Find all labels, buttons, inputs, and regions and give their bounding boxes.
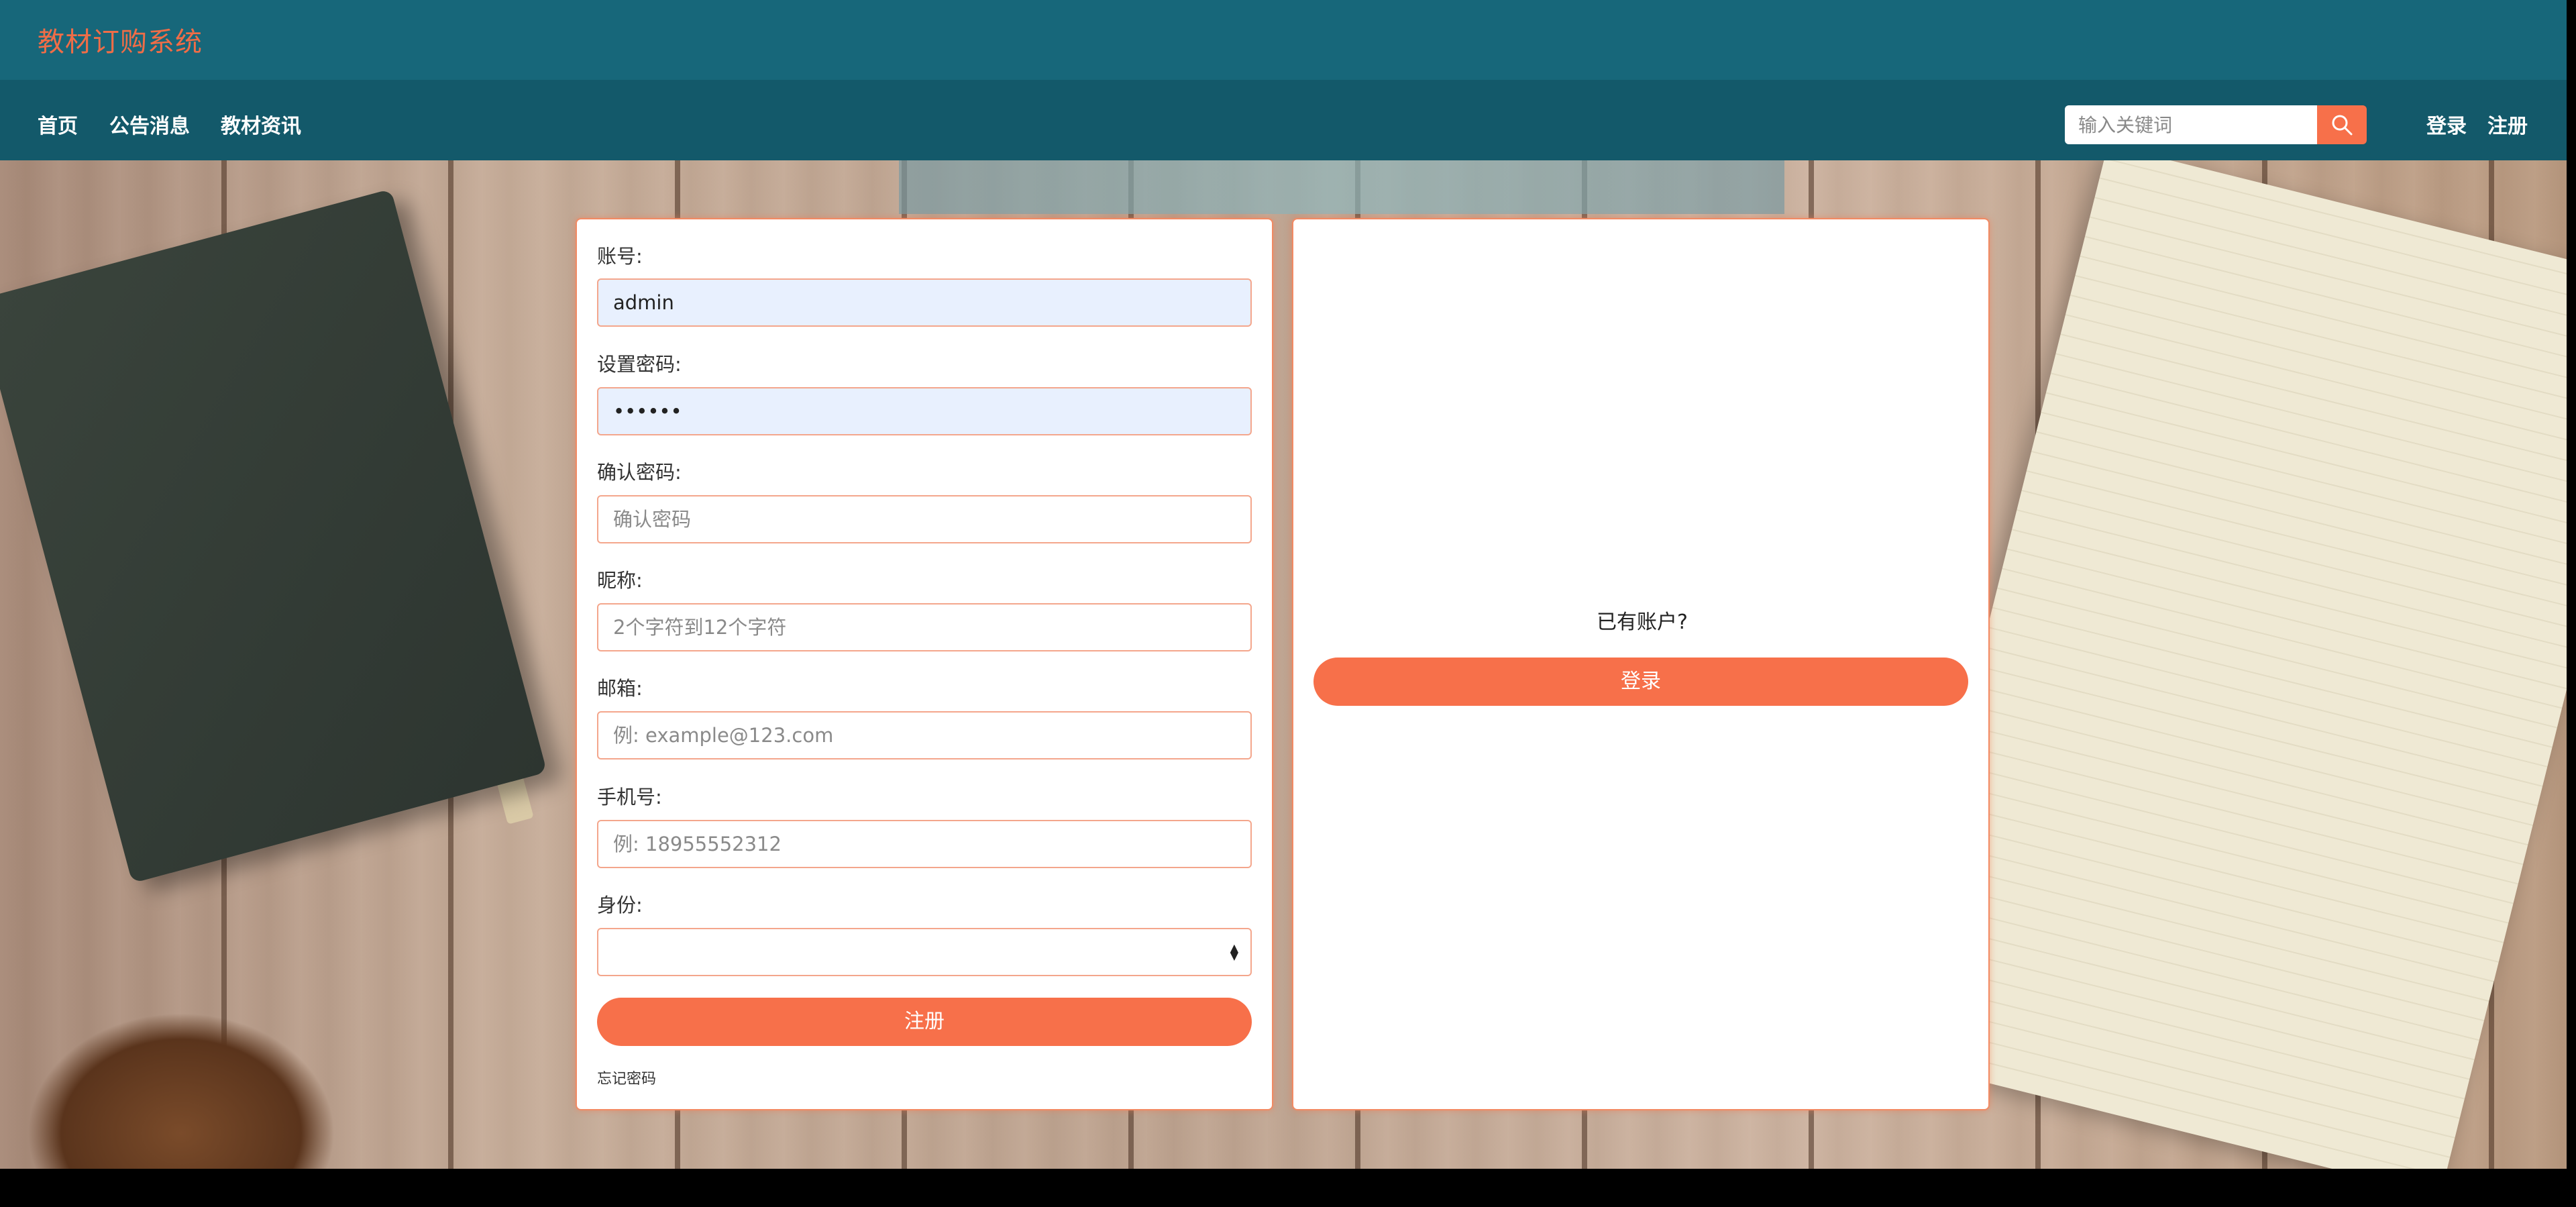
background-cup: [899, 160, 1784, 214]
nav-register-link[interactable]: 注册: [2487, 109, 2528, 139]
login-panel: 已有账户? 登录: [1292, 218, 1990, 1110]
app-title[interactable]: 教材订购系统: [38, 20, 203, 59]
confirm-password-label: 确认密码:: [597, 461, 682, 484]
nickname-label: 昵称:: [597, 569, 643, 592]
select-arrows-icon: ▲ ▼: [1230, 941, 1238, 962]
account-label: 账号:: [597, 245, 643, 268]
nickname-input[interactable]: [597, 603, 1252, 651]
phone-label: 手机号:: [597, 786, 662, 808]
nav-item-announcements[interactable]: 公告消息: [109, 109, 190, 139]
account-input[interactable]: [597, 278, 1252, 327]
nav-item-textbook-news[interactable]: 教材资讯: [221, 109, 301, 139]
background-book: [0, 189, 547, 884]
background-image: [0, 160, 2567, 1169]
email-label: 邮箱:: [597, 677, 643, 700]
email-input[interactable]: [597, 711, 1252, 759]
nav-bar: 首页 公告消息 教材资讯 登录 注册: [0, 80, 2567, 160]
role-label: 身份:: [597, 894, 643, 916]
have-account-text: 已有账户?: [1597, 611, 1688, 634]
search-button[interactable]: [2317, 105, 2367, 144]
phone-input[interactable]: [597, 820, 1252, 868]
login-button[interactable]: 登录: [1313, 658, 1968, 706]
nav-login-link[interactable]: 登录: [2426, 109, 2467, 139]
search-input[interactable]: [2065, 105, 2317, 144]
forgot-password-link[interactable]: 忘记密码: [597, 1067, 656, 1088]
role-select[interactable]: ▲ ▼: [597, 928, 1252, 976]
password-input[interactable]: [597, 387, 1252, 435]
register-panel: 账号: 设置密码: 确认密码: 昵称: 邮箱: 手机号: 身份: ▲▼ 注册 忘…: [576, 218, 1273, 1110]
search-icon: [2332, 115, 2353, 136]
register-submit-button[interactable]: 注册: [597, 998, 1252, 1046]
nav-item-home[interactable]: 首页: [38, 109, 78, 139]
top-bar: 教材订购系统: [0, 0, 2567, 80]
background-pinecone: [27, 1012, 335, 1169]
confirm-password-input[interactable]: [597, 495, 1252, 543]
password-label: 设置密码:: [597, 353, 682, 376]
